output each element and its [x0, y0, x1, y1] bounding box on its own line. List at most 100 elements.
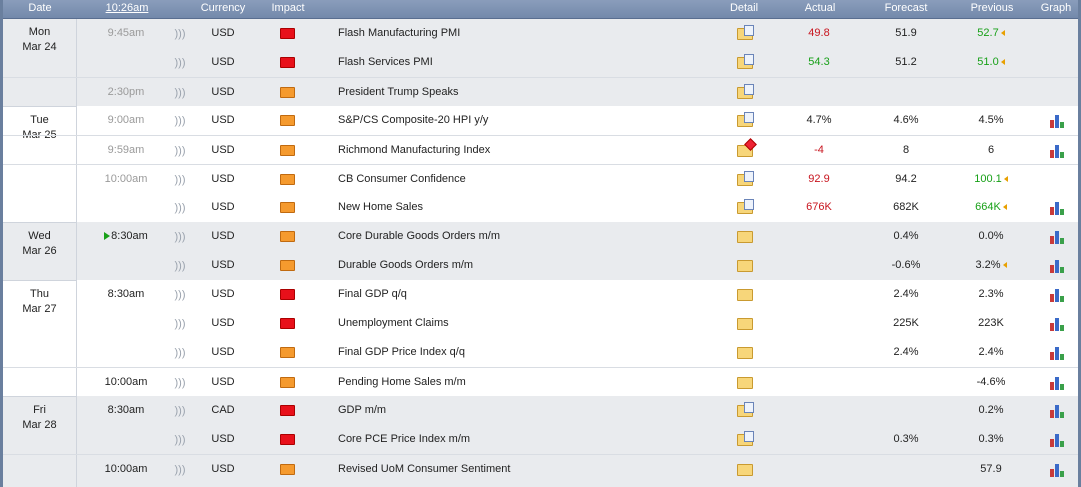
event-title[interactable]: Flash Manufacturing PMI	[338, 19, 718, 48]
event-row[interactable]: 9:59am))) USD Richmond Manufacturing Index…	[3, 135, 1078, 164]
event-title[interactable]: Final GDP q/q	[338, 280, 718, 309]
speaker-icon[interactable]: )))	[173, 455, 187, 484]
folder-icon	[737, 346, 753, 359]
event-row[interactable]: 9:45am))) USD Flash Manufacturing PMI 49.8 5…	[3, 19, 1078, 48]
speaker-icon[interactable]: )))	[173, 19, 187, 48]
speaker-icon[interactable]: )))	[173, 280, 187, 309]
event-previous: 6	[953, 136, 1029, 165]
event-title[interactable]: CB Consumer Confidence	[338, 165, 718, 194]
event-title[interactable]: Richmond Manufacturing Index	[338, 136, 718, 165]
detail-button[interactable]	[735, 165, 755, 194]
speaker-icon[interactable]: )))	[173, 368, 187, 397]
graph-button[interactable]	[1047, 222, 1069, 251]
revision-arrow-icon[interactable]	[1002, 262, 1007, 269]
revision-arrow-icon[interactable]	[1003, 176, 1008, 183]
event-row[interactable]: 9:00am))) USD S&P/CS Composite-20 HPI y/y 4…	[3, 106, 1078, 135]
speaker-icon[interactable]: )))	[173, 425, 187, 454]
detail-button[interactable]	[735, 222, 755, 251]
speaker-icon[interactable]: )))	[173, 309, 187, 338]
event-time-text: 10:00am	[104, 376, 148, 388]
event-row[interactable]: ))) USD Durable Goods Orders m/m -0.6% 3.2%	[3, 251, 1078, 280]
event-currency: USD	[211, 376, 235, 388]
event-row[interactable]: 10:00am))) USD CB Consumer Confidence 92.9 9…	[3, 164, 1078, 193]
header-current-time[interactable]: 10:26am	[95, 2, 159, 14]
detail-button[interactable]	[735, 338, 755, 367]
event-title[interactable]: President Trump Speaks	[338, 78, 718, 107]
graph-button[interactable]	[1047, 251, 1069, 280]
event-title[interactable]: Core Durable Goods Orders m/m	[338, 222, 718, 251]
header-date[interactable]: Date	[17, 2, 63, 14]
bar-chart-icon	[1050, 463, 1066, 477]
speaker-icon[interactable]: )))	[173, 136, 187, 165]
event-title[interactable]: New Home Sales	[338, 193, 718, 222]
impact-icon	[277, 222, 297, 251]
detail-button[interactable]	[735, 19, 755, 48]
speaker-icon[interactable]: )))	[173, 78, 187, 107]
header-impact: Impact	[271, 2, 305, 14]
revision-arrow-icon[interactable]	[1000, 59, 1005, 66]
speaker-icon[interactable]: )))	[173, 48, 187, 77]
event-row[interactable]: 8:30am))) USD Final GDP q/q 2.4% 2.3%	[3, 280, 1078, 309]
detail-button[interactable]	[735, 193, 755, 222]
event-row[interactable]: ))) USD Unemployment Claims 225K 223K	[3, 309, 1078, 338]
event-previous-value: -4.6%	[976, 376, 1006, 388]
graph-button[interactable]	[1047, 338, 1069, 367]
graph-button[interactable]	[1047, 425, 1069, 454]
event-row[interactable]: 8:30am))) CAD GDP m/m 0.2%	[3, 396, 1078, 425]
graph-button[interactable]	[1047, 136, 1069, 165]
speaker-icon[interactable]: )))	[173, 396, 187, 425]
event-title[interactable]: Unemployment Claims	[338, 309, 718, 338]
event-row[interactable]: 10:00am))) USD Pending Home Sales m/m -4.6%	[3, 367, 1078, 396]
detail-button[interactable]	[735, 78, 755, 107]
detail-button[interactable]	[735, 309, 755, 338]
event-row[interactable]: ))) USD Core PCE Price Index m/m 0.3% 0.3%	[3, 425, 1078, 454]
event-title[interactable]: Durable Goods Orders m/m	[338, 251, 718, 280]
detail-button[interactable]	[735, 136, 755, 165]
event-row[interactable]: ))) USD New Home Sales 676K 682K 664K	[3, 193, 1078, 222]
revision-arrow-icon[interactable]	[1000, 30, 1005, 37]
speaker-icon[interactable]: )))	[173, 165, 187, 194]
detail-button[interactable]	[735, 280, 755, 309]
graph-button[interactable]	[1047, 455, 1069, 484]
revision-arrow-icon[interactable]	[1002, 204, 1007, 211]
event-title[interactable]: Revised UoM Consumer Sentiment	[338, 455, 718, 484]
graph-button[interactable]	[1047, 309, 1069, 338]
speaker-icon[interactable]: )))	[173, 338, 187, 367]
event-row[interactable]: 2:30pm))) USD President Trump Speaks	[3, 77, 1078, 106]
event-title[interactable]: Core PCE Price Index m/m	[338, 425, 718, 454]
event-title[interactable]: Final GDP Price Index q/q	[338, 338, 718, 367]
detail-button[interactable]	[735, 396, 755, 425]
event-row[interactable]: ))) USD Flash Services PMI 54.3 51.2 51.0	[3, 48, 1078, 77]
graph-button[interactable]	[1047, 193, 1069, 222]
graph-button[interactable]	[1047, 280, 1069, 309]
event-currency: USD	[211, 27, 235, 39]
folder-icon	[737, 401, 754, 417]
bar-chart-icon	[1050, 230, 1066, 244]
event-title[interactable]: Flash Services PMI	[338, 48, 718, 77]
graph-button[interactable]	[1047, 106, 1069, 135]
speaker-icon[interactable]: )))	[173, 106, 187, 135]
event-row[interactable]: 8:30am))) USD Core Durable Goods Orders m/…	[3, 222, 1078, 251]
detail-button[interactable]	[735, 251, 755, 280]
event-title[interactable]: S&P/CS Composite-20 HPI y/y	[338, 106, 718, 135]
event-title[interactable]: GDP m/m	[338, 396, 718, 425]
speaker-icon[interactable]: )))	[173, 251, 187, 280]
graph-button[interactable]	[1047, 396, 1069, 425]
detail-button[interactable]	[735, 455, 755, 484]
event-row[interactable]: ))) USD Final GDP Price Index q/q 2.4% 2.4%	[3, 338, 1078, 367]
detail-button[interactable]	[735, 106, 755, 135]
graph-button[interactable]	[1047, 368, 1069, 397]
detail-button[interactable]	[735, 425, 755, 454]
detail-button[interactable]	[735, 48, 755, 77]
event-title[interactable]: Pending Home Sales m/m	[338, 368, 718, 397]
impact-icon	[277, 136, 297, 165]
header-forecast: Forecast	[884, 2, 928, 14]
speaker-icon[interactable]: )))	[173, 193, 187, 222]
event-currency: CAD	[211, 404, 235, 416]
event-row[interactable]: 10:00am))) USD Revised UoM Consumer Sentim…	[3, 454, 1078, 483]
event-previous: 51.0	[953, 48, 1029, 77]
detail-button[interactable]	[735, 368, 755, 397]
speaker-icon[interactable]: )))	[173, 222, 187, 251]
impact-icon	[277, 368, 297, 397]
impact-icon	[277, 455, 297, 484]
